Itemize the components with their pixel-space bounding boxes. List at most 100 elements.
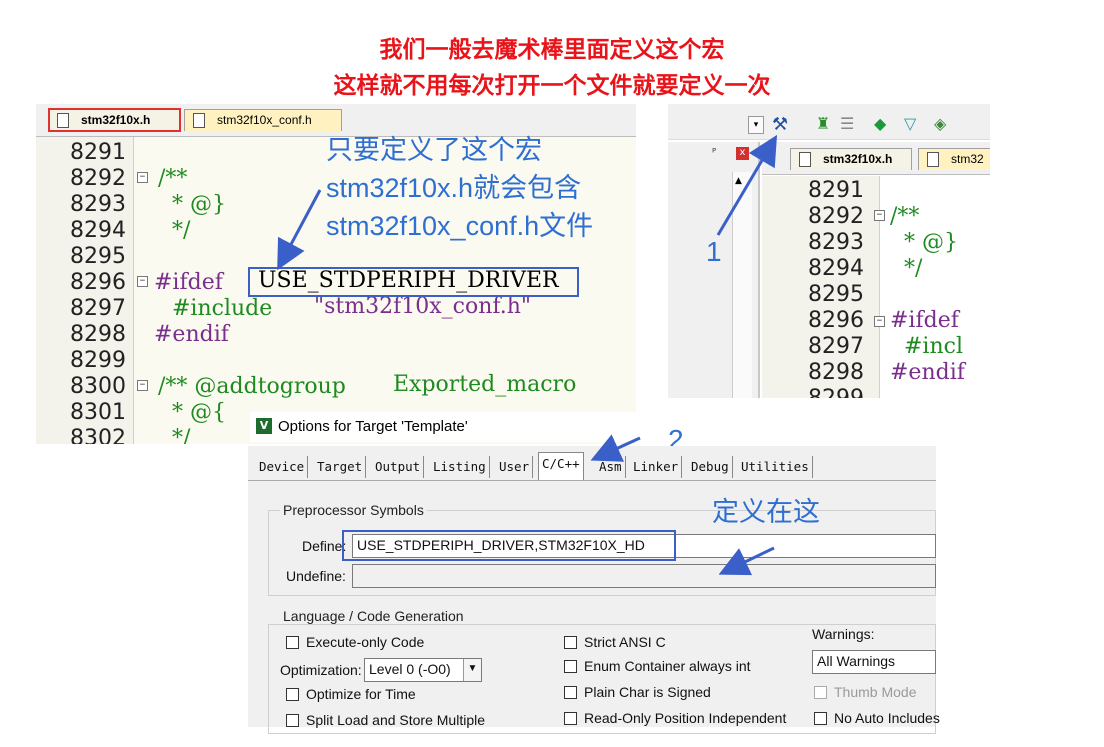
define-annotation: 定义在这 <box>712 497 820 527</box>
language-label: Language / Code Generation <box>280 608 467 624</box>
tab-label: stm32f10x_conf.h <box>217 113 312 127</box>
thumb-mode-checkbox[interactable] <box>814 686 827 699</box>
line-number: 8301 <box>70 400 126 425</box>
code-line: #endif <box>154 322 229 347</box>
fold-icon[interactable]: − <box>137 380 148 391</box>
warnings-label: Warnings: <box>812 626 875 642</box>
tab-user[interactable]: User <box>496 456 534 478</box>
code-line: /** <box>158 166 188 191</box>
left-editor: stm32f10x.h stm32f10x_conf.h 8291 8292/**… <box>36 104 636 444</box>
split-load-checkbox[interactable] <box>286 714 299 727</box>
scrollbar[interactable] <box>732 172 752 398</box>
undefine-label: Undefine: <box>286 568 346 584</box>
warnings-value: All Warnings <box>817 653 896 669</box>
line-number: 8299 <box>70 348 126 373</box>
load-icon[interactable]: ♜ <box>816 114 830 133</box>
tab-utilities[interactable]: Utilities <box>738 456 813 478</box>
annotation-line-3: stm32f10x_conf.h文件 <box>326 211 594 241</box>
read-only-label: Read-Only Position Independent <box>584 710 787 726</box>
strict-ansi-checkbox[interactable] <box>564 636 577 649</box>
app-icon: V <box>256 418 272 434</box>
fold-icon[interactable]: − <box>137 172 148 183</box>
strict-ansi-label: Strict ANSI C <box>584 634 666 650</box>
include-file: "stm32f10x_conf.h" <box>314 294 532 319</box>
execute-only-checkbox[interactable] <box>286 636 299 649</box>
fold-icon[interactable]: − <box>874 316 885 327</box>
tab-label: stm32f10x.h <box>823 152 893 166</box>
warnings-select[interactable]: All Warnings <box>812 650 936 674</box>
dropdown-icon[interactable]: ▾ <box>748 116 764 134</box>
highlight-box <box>48 108 181 132</box>
fold-icon[interactable]: − <box>137 276 148 287</box>
tab-stm32f10x-conf-h[interactable]: stm32f10x_conf.h <box>184 109 342 131</box>
chevron-down-icon[interactable]: ▼ <box>463 659 481 681</box>
tab-target[interactable]: Target <box>314 456 367 478</box>
line-number: 8294 <box>70 218 126 243</box>
line-number: 8298 <box>70 322 126 347</box>
fold-icon[interactable]: − <box>874 210 885 221</box>
title-line-1: 我们一般去魔术棒里面定义这个宏 <box>379 37 725 63</box>
optimization-select[interactable]: Level 0 (-O0) ▼ <box>364 658 482 682</box>
tab-device[interactable]: Device <box>256 456 309 478</box>
line-number: 8295 <box>808 282 864 307</box>
code-line: #ifdef <box>154 270 223 295</box>
tab-divider <box>248 480 936 481</box>
right-tab-bar: stm32f10x.h stm32 <box>762 142 990 175</box>
group-name: Exported_macro <box>393 372 577 397</box>
code-line: * @} <box>890 230 958 255</box>
diamond-icon[interactable]: ◆ <box>874 114 886 133</box>
optimization-value: Level 0 (-O0) <box>369 661 451 677</box>
code-line: #endif <box>890 360 965 385</box>
line-number: 8302 <box>70 426 126 444</box>
pin-icon[interactable]: ᴾ <box>712 146 716 159</box>
line-number: 8300 <box>70 374 126 399</box>
options-dialog: Device Target Output Listing User C/C++ Asm Lin… <box>248 446 940 734</box>
tab-stm32-conf[interactable]: stm32 <box>918 148 990 170</box>
tab-listing[interactable]: Listing <box>430 456 490 478</box>
code-line: */ <box>890 256 923 281</box>
code-line: #ifdef <box>890 308 959 333</box>
optimize-time-checkbox[interactable] <box>286 688 299 701</box>
code-line: * @} <box>158 192 226 217</box>
dialog-tab-strip: Device Target Output Listing User C/C++ Asm Lin… <box>256 452 936 480</box>
tab-stm32f10x-h[interactable]: stm32f10x.h <box>790 148 912 170</box>
tab-output[interactable]: Output <box>372 456 425 478</box>
code-line: /** @addtogroup <box>158 374 346 399</box>
read-only-checkbox[interactable] <box>564 712 577 725</box>
code-line: #incl <box>890 334 963 359</box>
line-number: 8298 <box>808 360 864 385</box>
tab-linker[interactable]: Linker <box>630 456 683 478</box>
code-line: /** <box>890 204 920 229</box>
plain-char-label: Plain Char is Signed <box>584 684 711 700</box>
file-icon <box>927 152 939 167</box>
line-number: 8297 <box>808 334 864 359</box>
undefine-field[interactable] <box>352 564 936 588</box>
dialog-titlebar: V Options for Target 'Template' <box>250 412 950 442</box>
line-number: 8295 <box>70 244 126 269</box>
close-icon[interactable]: x <box>736 147 749 160</box>
enum-int-checkbox[interactable] <box>564 660 577 673</box>
macro-highlight-box <box>248 267 579 297</box>
line-number: 8296 <box>808 308 864 333</box>
tab-c-c-[interactable]: C/C++ <box>538 452 584 480</box>
line-number: 8297 <box>70 296 126 321</box>
execute-only-label: Execute-only Code <box>306 634 425 650</box>
scroll-up-icon[interactable]: ▲ <box>735 176 742 186</box>
thumb-mode-label: Thumb Mode <box>834 684 917 700</box>
title-line-2: 这样就不用每次打开一个文件就要定义一次 <box>333 73 771 99</box>
plain-char-checkbox[interactable] <box>564 686 577 699</box>
line-number: 8292 <box>70 166 126 191</box>
annotation-line-1: 只要定义了这个宏 <box>326 135 542 165</box>
line-number: 8299 <box>808 386 864 398</box>
stack-icon[interactable]: ☰ <box>840 114 854 133</box>
annotation-line-2: stm32f10x.h就会包含 <box>326 173 582 203</box>
code-line: */ <box>158 426 191 444</box>
gem-icon[interactable]: ◈ <box>934 114 946 133</box>
tab-asm[interactable]: Asm <box>596 456 626 478</box>
tab-debug[interactable]: Debug <box>688 456 733 478</box>
line-number: 8291 <box>70 140 126 165</box>
no-auto-includes-checkbox[interactable] <box>814 712 827 725</box>
flag-icon[interactable]: ▽ <box>904 114 916 133</box>
file-icon <box>193 113 205 128</box>
magic-wand-icon[interactable]: ⚒ <box>772 114 788 135</box>
